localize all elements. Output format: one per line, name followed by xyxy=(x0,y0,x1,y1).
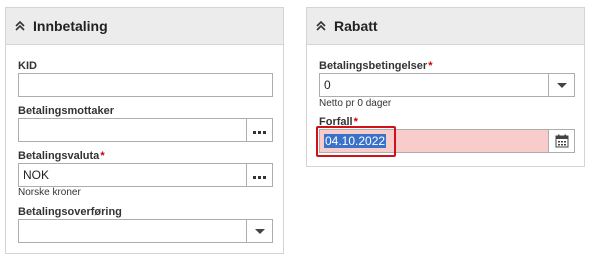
payee-input[interactable] xyxy=(18,118,247,142)
discount-panel-header[interactable]: Rabatt xyxy=(307,8,584,45)
chevron-down-icon xyxy=(254,228,265,234)
terms-dropdown-button[interactable] xyxy=(548,73,575,97)
payee-label-text: Betalingsmottaker xyxy=(18,105,114,117)
chevron-up-double-icon[interactable] xyxy=(14,20,26,32)
transfer-select[interactable] xyxy=(18,219,247,243)
currency-label: Betalingsvaluta* xyxy=(18,150,105,162)
terms-label-text: Betalingsbetingelser xyxy=(319,60,428,72)
discount-panel-title: Rabatt xyxy=(334,18,378,34)
kid-label-text: KID xyxy=(18,60,37,72)
ellipsis-icon xyxy=(252,121,267,139)
terms-label: Betalingsbetingelser* xyxy=(319,60,432,72)
discount-panel: Rabatt Betalingsbetingelser* 0 Netto pr … xyxy=(306,7,585,167)
due-date-focus-highlight xyxy=(316,126,396,157)
ellipsis-icon xyxy=(252,166,267,184)
kid-label: KID xyxy=(18,60,37,72)
chevron-down-icon xyxy=(556,82,567,88)
due-date-calendar-button[interactable] xyxy=(548,129,575,153)
terms-select[interactable]: 0 xyxy=(319,73,549,97)
payment-panel-header[interactable]: Innbetaling xyxy=(6,8,283,45)
payment-panel-title: Innbetaling xyxy=(33,18,108,34)
calendar-icon xyxy=(555,134,568,148)
currency-label-text: Betalingsvaluta xyxy=(18,150,100,162)
payment-panel: Innbetaling KID Betalingsmottaker Betali… xyxy=(5,7,284,254)
chevron-up-double-icon[interactable] xyxy=(315,20,327,32)
transfer-dropdown-button[interactable] xyxy=(246,219,273,243)
kid-input[interactable] xyxy=(18,73,273,97)
transfer-label: Betalingsoverføring xyxy=(18,206,122,218)
required-marker: * xyxy=(428,60,433,72)
payee-label: Betalingsmottaker xyxy=(18,105,114,117)
currency-input[interactable]: NOK xyxy=(18,163,247,187)
transfer-label-text: Betalingsoverføring xyxy=(18,206,122,218)
terms-helper-text: Netto pr 0 dager xyxy=(319,98,392,109)
currency-lookup-button[interactable] xyxy=(246,163,273,187)
required-marker: * xyxy=(100,150,105,162)
payee-lookup-button[interactable] xyxy=(246,118,273,142)
currency-helper-text: Norske kroner xyxy=(18,187,81,198)
